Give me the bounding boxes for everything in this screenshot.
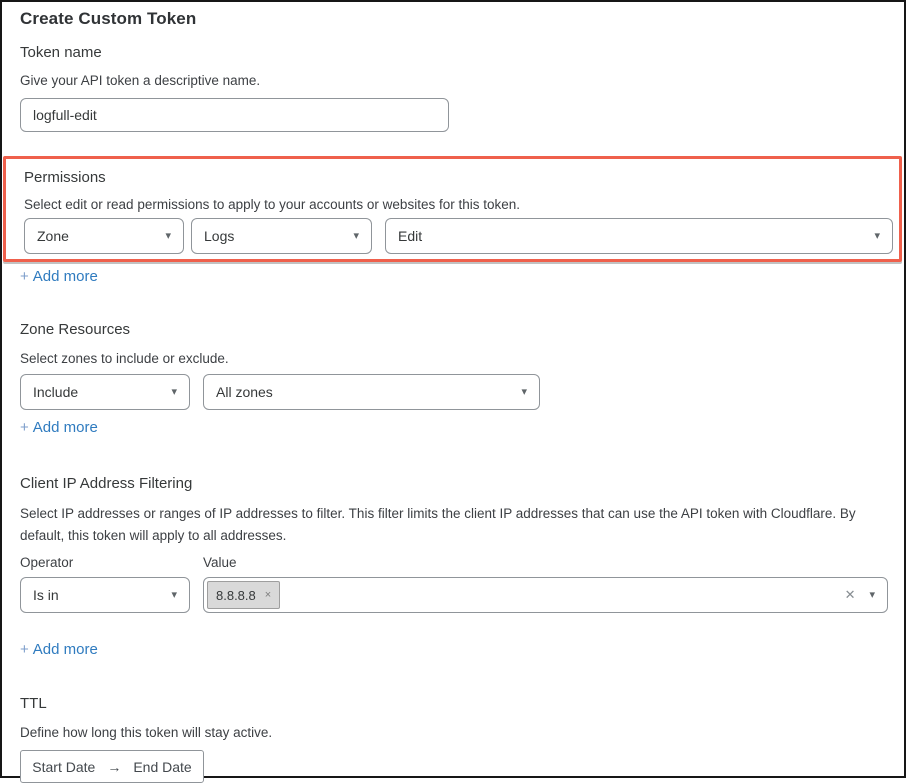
add-more-label: Add more [33,641,98,658]
permissions-add-more-link[interactable]: +Add more [20,267,98,287]
zone-selection-dropdown[interactable]: All zones ▾ [203,374,540,410]
permission-access-dropdown[interactable]: Edit ▾ [385,218,893,254]
operator-label: Operator [20,554,203,572]
permission-group-dropdown[interactable]: Logs ▾ [191,218,372,254]
token-name-section: Token name Give your API token a descrip… [2,43,904,132]
permission-group-value: Logs [204,228,234,244]
client-ip-field-labels: Operator Value [20,554,904,572]
permissions-dropdown-row: Zone ▾ Logs ▾ Edit ▾ [24,218,893,254]
ip-operator-dropdown[interactable]: Is in ▾ [20,577,190,613]
client-ip-section: Client IP Address Filtering Select IP ad… [2,474,904,660]
zone-selection-value: All zones [216,384,273,400]
ttl-description: Define how long this token will stay act… [20,722,884,744]
permissions-description: Select edit or read permissions to apply… [24,196,873,214]
token-name-input[interactable] [20,98,449,132]
client-ip-description: Select IP addresses or ranges of IP addr… [20,503,884,547]
ttl-section: TTL Define how long this token will stay… [2,694,904,783]
ip-operator-value: Is in [33,587,59,603]
value-label: Value [203,554,237,572]
ttl-date-range-button[interactable]: Start Date → End Date [20,750,204,783]
chevron-down-icon: ▾ [353,231,359,242]
add-more-label: Add more [33,268,98,285]
ip-tag-text: 8.8.8.8 [216,588,256,603]
token-name-label: Token name [20,43,904,63]
ip-value-combobox[interactable]: 8.8.8.8 × ✕ ▾ [203,577,888,613]
zone-resources-section: Zone Resources Select zones to include o… [2,320,904,438]
chevron-down-icon: ▾ [171,387,177,398]
chevron-down-icon: ▾ [165,231,171,242]
zone-resources-description: Select zones to include or exclude. [20,348,884,370]
permissions-annotation-box: Permissions Select edit or read permissi… [3,156,902,262]
token-name-description: Give your API token a descriptive name. [20,70,884,92]
client-ip-add-more-link[interactable]: +Add more [20,640,98,660]
zone-operator-value: Include [33,384,78,400]
client-ip-row: Is in ▾ 8.8.8.8 × ✕ ▾ [20,577,904,613]
permission-scope-value: Zone [37,228,69,244]
chevron-down-icon: ▾ [869,590,875,601]
zone-operator-dropdown[interactable]: Include ▾ [20,374,190,410]
zone-resources-row: Include ▾ All zones ▾ [20,374,904,410]
chevron-down-icon: ▾ [171,590,177,601]
zone-resources-label: Zone Resources [20,320,904,340]
zone-resources-add-more-link[interactable]: +Add more [20,418,98,438]
permission-scope-dropdown[interactable]: Zone ▾ [24,218,184,254]
permission-access-value: Edit [398,228,422,244]
end-date-label: End Date [133,759,191,775]
chevron-down-icon: ▾ [874,231,880,242]
plus-icon: + [20,419,29,436]
ttl-label: TTL [20,694,904,714]
plus-icon: + [20,641,29,658]
arrow-right-icon: → [107,759,121,775]
ip-tag: 8.8.8.8 × [207,581,280,609]
tag-remove-icon[interactable]: × [265,589,271,601]
permissions-label: Permissions [24,168,893,188]
add-more-label: Add more [33,419,98,436]
client-ip-label: Client IP Address Filtering [20,474,904,494]
permissions-section: Permissions Select edit or read permissi… [20,168,893,254]
clear-icon[interactable]: ✕ [845,587,856,603]
page-title: Create Custom Token [20,8,904,30]
start-date-label: Start Date [32,759,95,775]
plus-icon: + [20,268,29,285]
create-custom-token-page: Create Custom Token Token name Give your… [2,2,904,776]
chevron-down-icon: ▾ [521,387,527,398]
